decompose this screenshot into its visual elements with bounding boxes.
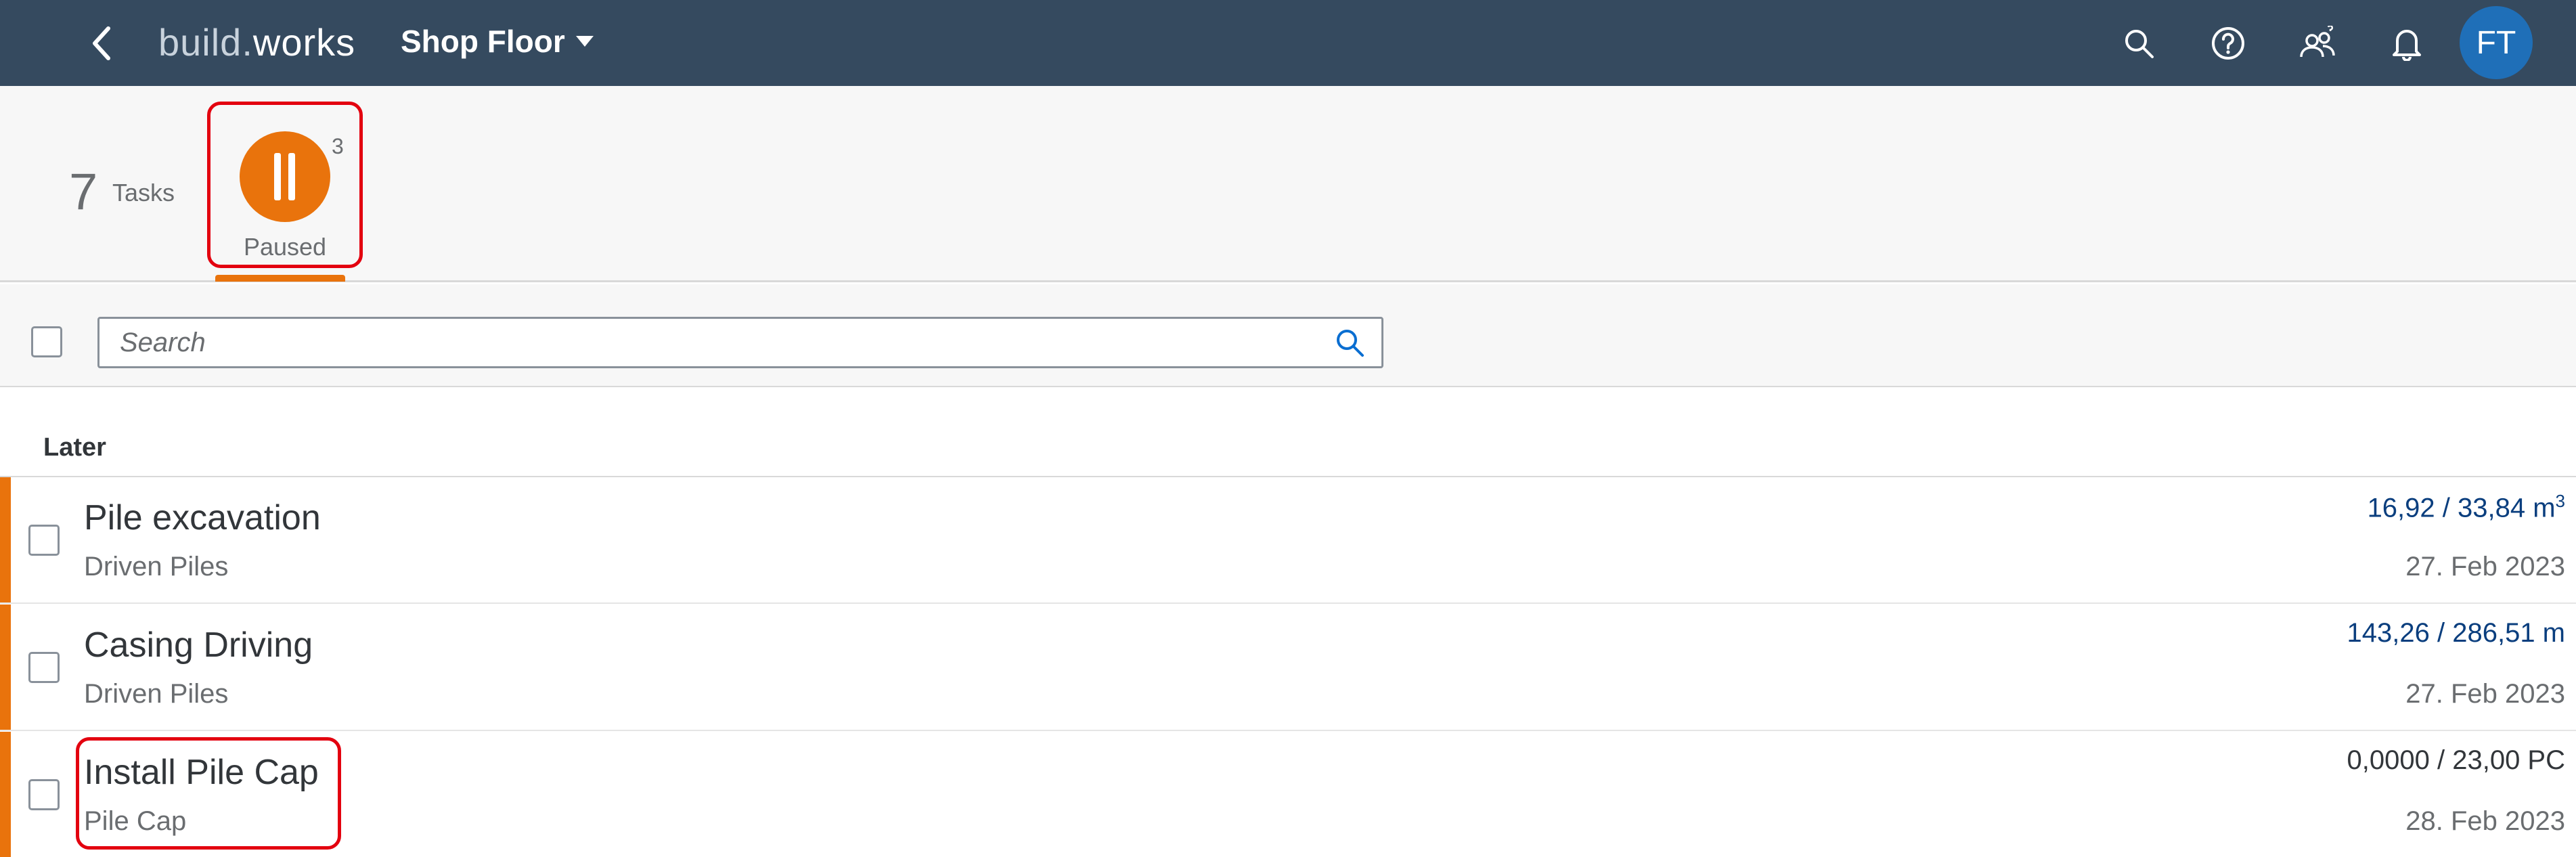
task-subtitle: Pile Cap (84, 806, 187, 836)
chevron-left-icon (93, 26, 110, 60)
task-subtitle: Driven Piles (84, 679, 229, 709)
task-date: 28. Feb 2023 (2405, 806, 2565, 836)
app-title-menu[interactable]: Shop Floor (401, 23, 595, 60)
help-icon (2212, 27, 2244, 60)
search-submit-button[interactable] (1331, 324, 1368, 361)
list-item[interactable]: Pile excavation Driven Piles 16,92 / 33,… (0, 477, 2576, 604)
task-quantity: 0,0000 / 23,00 PC (2347, 745, 2565, 775)
pause-icon (274, 153, 281, 200)
notifications-button[interactable] (2386, 23, 2427, 64)
paused-filter-label: Paused (243, 233, 327, 261)
search-input[interactable] (120, 319, 1325, 366)
status-stripe (0, 477, 11, 602)
list-item[interactable]: Install Pile Cap Pile Cap 0,0000 / 23,00… (0, 732, 2576, 857)
task-quantity-value: 16,92 / 33,84 m (2367, 493, 2556, 523)
search-icon (2125, 30, 2154, 58)
task-date: 27. Feb 2023 (2405, 552, 2565, 581)
total-count-label: Tasks (112, 179, 175, 206)
search-icon (1337, 330, 1364, 357)
help-button[interactable] (2208, 23, 2248, 64)
app-logo[interactable]: build.works (158, 20, 355, 64)
back-button[interactable] (81, 23, 122, 64)
people-icon (2300, 26, 2335, 58)
avatar[interactable]: FT (2460, 6, 2533, 79)
group-header: Later (43, 433, 106, 462)
status-stripe (0, 732, 11, 857)
paused-status-circle (240, 131, 330, 222)
user-switch-button[interactable] (2297, 23, 2338, 64)
list-item[interactable]: Casing Driving Driven Piles 143,26 / 286… (0, 605, 2576, 731)
shell-bar: build.works Shop Floor FT (0, 0, 2576, 86)
logo-dot: . (242, 21, 253, 64)
task-title: Casing Driving (84, 625, 313, 665)
search-button[interactable] (2118, 23, 2159, 64)
select-all-checkbox[interactable] (31, 326, 62, 357)
selected-filter-indicator (215, 275, 345, 282)
row-checkbox[interactable] (28, 652, 60, 683)
bell-icon (2393, 30, 2421, 61)
pause-icon-bar (288, 153, 295, 200)
filter-header (0, 86, 2576, 282)
task-subtitle: Driven Piles (84, 552, 229, 581)
total-count: 7 (69, 163, 98, 221)
task-title: Pile excavation (84, 498, 321, 537)
logo-part-2: works (252, 21, 356, 64)
task-quantity: 16,92 / 33,84 m3 (2368, 491, 2565, 523)
status-stripe (0, 605, 11, 730)
search-field[interactable] (97, 317, 1383, 368)
unit-superscript: 3 (2555, 491, 2565, 511)
task-title: Install Pile Cap (84, 753, 319, 792)
paused-count-badge: 3 (332, 134, 344, 158)
app-title: Shop Floor (401, 24, 565, 59)
caret-down-icon (575, 36, 594, 47)
row-checkbox[interactable] (28, 779, 60, 810)
avatar-initials: FT (2476, 24, 2516, 61)
logo-part-1: build (158, 21, 242, 64)
task-quantity: 143,26 / 286,51 m (2347, 618, 2565, 648)
row-checkbox[interactable] (28, 525, 60, 556)
task-date: 27. Feb 2023 (2405, 679, 2565, 709)
